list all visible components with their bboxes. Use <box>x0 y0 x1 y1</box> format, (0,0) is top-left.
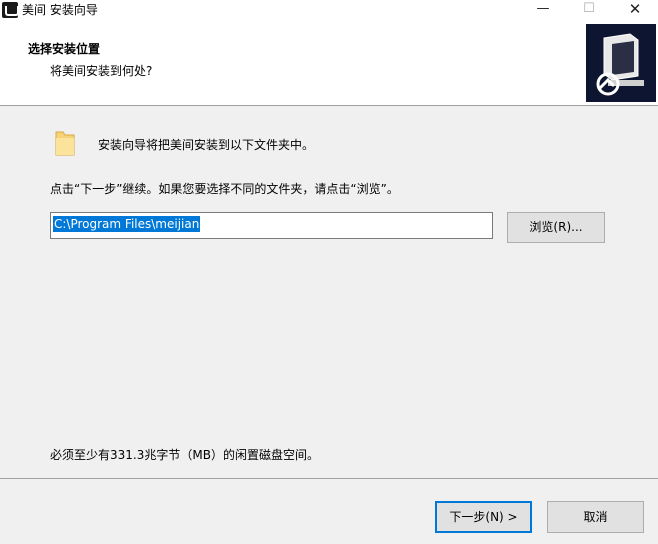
cancel-button[interactable]: 取消 <box>547 501 644 533</box>
browse-button[interactable]: 浏览(R)... <box>507 212 605 243</box>
install-path-value: C:\Program Files\meijian <box>53 216 201 232</box>
page-subtitle: 将美间安装到何处? <box>50 64 153 78</box>
install-path-input[interactable]: C:\Program Files\meijian <box>50 212 493 239</box>
page-title: 选择安装位置 <box>28 42 101 56</box>
disk-space-requirement: 必须至少有331.3兆字节（MB）的闲置磁盘空间。 <box>50 448 319 462</box>
folder-icon <box>55 130 75 156</box>
footer-divider <box>0 478 658 479</box>
window-title: 美间 安装向导 <box>22 3 98 17</box>
installer-computer-icon <box>586 24 656 102</box>
instruction-text: 点击“下一步”继续。如果您要选择不同的文件夹，请点击“浏览”。 <box>50 182 399 196</box>
app-logo-icon <box>2 2 19 18</box>
title-bar: 美间 安装向导 — ☐ ✕ <box>0 0 658 20</box>
close-button[interactable]: ✕ <box>612 0 658 20</box>
wizard-header: 选择安装位置 将美间安装到何处? <box>0 20 658 106</box>
next-button[interactable]: 下一步(N) > <box>435 501 532 533</box>
minimize-button[interactable]: — <box>520 0 566 20</box>
install-description: 安装向导将把美间安装到以下文件夹中。 <box>98 138 315 152</box>
maximize-button[interactable]: ☐ <box>566 0 612 20</box>
